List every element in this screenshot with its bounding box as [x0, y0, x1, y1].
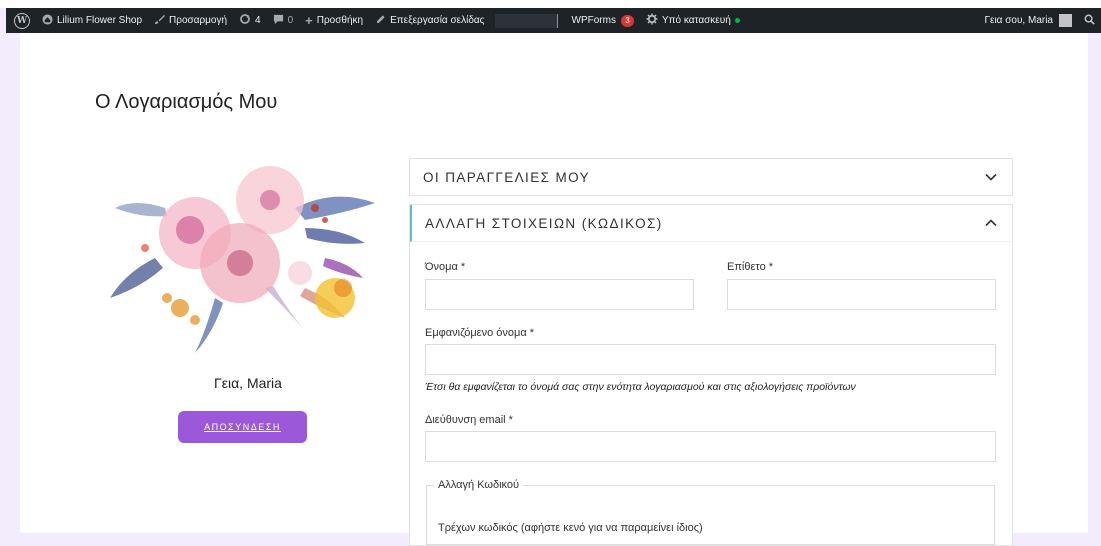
updates-count: 4	[255, 15, 261, 26]
wpforms-notification-badge: 3	[620, 14, 634, 27]
edit-page-label: Επεξεργασία σελίδας	[390, 15, 485, 26]
pencil-icon	[375, 14, 386, 28]
maintenance-mode-menu[interactable]: Υπό κατασκευή	[640, 8, 746, 33]
display-name-label: Εμφανιζόμενο όνομα *	[425, 327, 535, 339]
last-name-input[interactable]	[727, 279, 996, 310]
site-name: Lilium Flower Shop	[57, 15, 143, 26]
email-label: Διεύθυνση email *	[425, 414, 513, 426]
chevron-up-icon	[985, 219, 997, 227]
top-strip	[0, 0, 1101, 8]
customize-menu[interactable]: Προσαρμογή	[148, 8, 233, 33]
search-icon	[1084, 14, 1095, 28]
email-input[interactable]	[425, 431, 996, 462]
current-password-label: Τρέχων κωδικός (αφήστε κενό για να παραμ…	[438, 522, 703, 534]
account-details-accordion-title: ΑΛΛΑΓΗ ΣΤΟΙΧΕΙΩΝ (ΚΩΔΙΚΟΣ)	[425, 215, 663, 231]
new-content-menu[interactable]: + Προσθήκη	[299, 8, 369, 33]
flower-illustration	[110, 166, 375, 353]
comments-count: 0	[287, 15, 294, 26]
brush-icon	[154, 14, 166, 28]
adminbar-search[interactable]	[1078, 8, 1101, 33]
logout-button[interactable]: ΑΠΟΣΥΝΔΕΣΗ	[178, 411, 307, 443]
gear-icon	[646, 13, 658, 28]
comment-icon	[273, 14, 284, 28]
password-change-fieldset	[426, 485, 995, 545]
greeting-text: Γεια, Maria	[214, 375, 282, 391]
maintenance-label: Υπό κατασκευή	[661, 15, 731, 26]
orders-accordion-title: ΟΙ ΠΑΡΑΓΓΕΛΙΕΣ ΜΟΥ	[423, 169, 591, 185]
first-name-label: Όνομα *	[425, 261, 466, 273]
orders-accordion: ΟΙ ΠΑΡΑΓΓΕΛΙΕΣ ΜΟΥ	[409, 158, 1013, 196]
page-content: Ο Λογαριασμός Μου Γεια, Maria ΑΠΟΣΥΝΔΕΣΗ	[20, 33, 1088, 546]
chevron-down-icon	[985, 173, 997, 181]
my-account-menu[interactable]: Γεια σου, Maria	[978, 8, 1078, 33]
wordpress-icon: W	[14, 12, 30, 29]
adminbar-blank-area	[494, 13, 558, 28]
last-name-label: Επίθετο *	[727, 261, 774, 273]
orders-accordion-header[interactable]: ΟΙ ΠΑΡΑΓΓΕΛΙΕΣ ΜΟΥ	[410, 159, 1012, 195]
home-icon	[42, 13, 53, 28]
first-name-input[interactable]	[425, 279, 694, 310]
avatar	[1059, 14, 1072, 27]
howdy-label: Γεια σου, Maria	[984, 15, 1053, 26]
password-change-legend: Αλλαγή Κωδικού	[434, 479, 524, 491]
account-details-accordion-header[interactable]: ΑΛΛΑΓΗ ΣΤΟΙΧΕΙΩΝ (ΚΩΔΙΚΟΣ)	[410, 205, 1012, 242]
admin-bar: W Lilium Flower Shop Προσαρμογή 4 0 + Πρ…	[6, 8, 1101, 33]
new-content-label: Προσθήκη	[316, 15, 364, 26]
status-dot	[734, 18, 740, 23]
wpforms-label: WPForms	[571, 15, 616, 26]
edit-page-menu[interactable]: Επεξεργασία σελίδας	[369, 8, 490, 33]
page-title: Ο Λογαριασμός Μου	[95, 91, 278, 113]
display-name-hint: Έτσι θα εμφανίζεται το όνομά σας στην εν…	[425, 381, 856, 393]
updates-icon	[239, 13, 251, 28]
customize-label: Προσαρμογή	[169, 15, 228, 26]
wpforms-menu[interactable]: WPForms 3	[566, 8, 640, 33]
plus-icon: +	[305, 13, 313, 28]
site-name-menu[interactable]: Lilium Flower Shop	[36, 8, 148, 33]
updates-menu[interactable]: 4	[233, 8, 267, 33]
wordpress-logo-menu[interactable]: W	[6, 8, 36, 33]
display-name-input[interactable]	[425, 344, 996, 375]
comments-menu[interactable]: 0	[267, 8, 300, 33]
